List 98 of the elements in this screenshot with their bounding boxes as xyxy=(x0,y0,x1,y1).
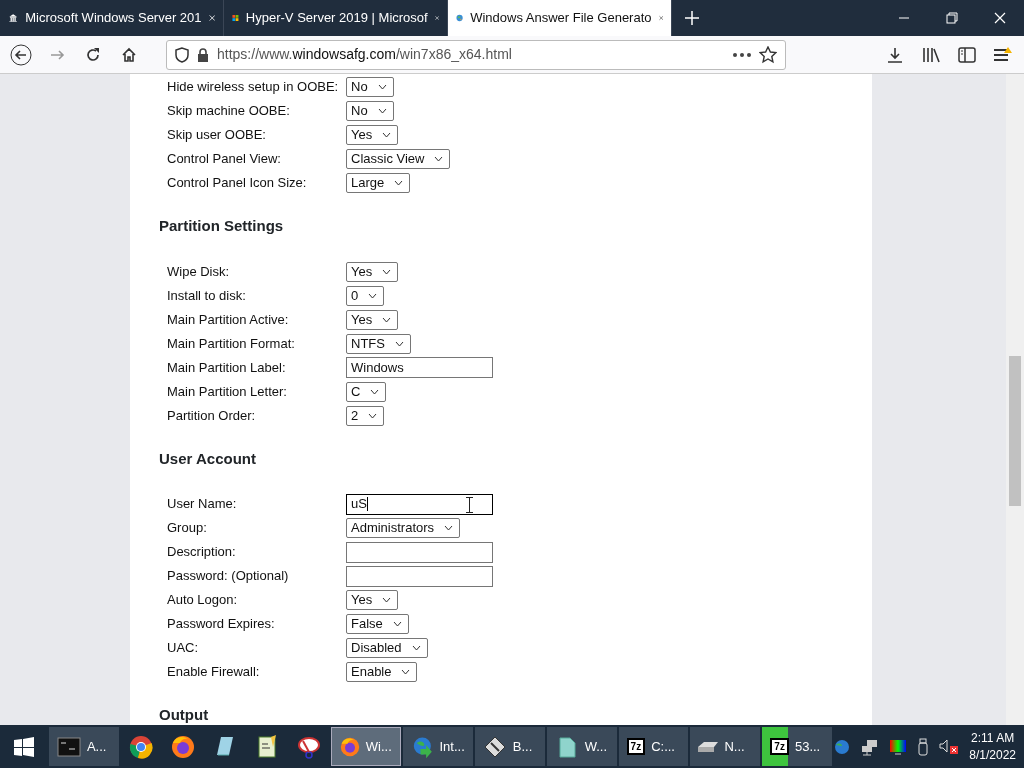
caret-icon xyxy=(368,292,378,299)
field-label: Main Partition Active: xyxy=(166,310,290,329)
caret-icon xyxy=(377,84,387,90)
new-tab-icon[interactable] xyxy=(685,11,699,25)
library-icon[interactable] xyxy=(922,46,940,63)
floppy-icon xyxy=(482,734,507,759)
select-field[interactable]: NTFS xyxy=(346,333,411,354)
drive-icon xyxy=(698,741,719,752)
select-field[interactable]: C xyxy=(346,381,387,402)
field-label: Partition Order: xyxy=(166,406,257,425)
field-label: Password Expires: xyxy=(166,615,276,634)
field-label: Hide wireless setup in OOBE: xyxy=(166,78,340,97)
input-field[interactable]: Windows xyxy=(346,357,493,378)
input-field[interactable] xyxy=(346,565,493,587)
caret-icon xyxy=(368,412,378,419)
field-label: Group: xyxy=(166,519,208,538)
reload-icon[interactable] xyxy=(85,46,101,63)
shield-icon xyxy=(175,46,189,63)
taskbar-button[interactable]: Wi... xyxy=(330,727,401,766)
input-field[interactable]: uS xyxy=(346,493,493,515)
field-label: Main Partition Format: xyxy=(166,334,296,353)
field-label: Skip user OOBE: xyxy=(166,126,267,145)
taskbar-button[interactable]: 7z 53... xyxy=(762,727,833,766)
caret-icon xyxy=(370,388,380,395)
caret-icon xyxy=(382,132,392,138)
download-icon[interactable] xyxy=(887,46,903,63)
select-field[interactable]: Large xyxy=(346,173,411,193)
select-field[interactable]: 0 xyxy=(346,285,385,306)
caret-icon xyxy=(382,268,392,275)
field-label: UAC: xyxy=(166,639,200,658)
field-label: Enable Firewall: xyxy=(166,663,261,682)
select-field[interactable]: Yes xyxy=(346,309,399,330)
field-label: Install to disk: xyxy=(166,286,247,305)
caret-icon xyxy=(394,180,404,186)
field-label: Control Panel Icon Size: xyxy=(166,174,308,193)
field-label: Main Partition Letter: xyxy=(166,382,288,401)
select-field[interactable]: False xyxy=(346,614,409,634)
menu-icon[interactable] xyxy=(993,45,1013,64)
taskbar-button[interactable]: B... xyxy=(474,727,545,766)
section-heading: Output xyxy=(159,705,210,725)
more-icon[interactable] xyxy=(733,52,751,57)
caret-icon xyxy=(434,156,444,162)
section-heading: Partition Settings xyxy=(159,216,285,236)
caret-icon xyxy=(392,621,402,627)
field-label: Skip machine OOBE: xyxy=(166,102,291,121)
field-label: User Name: xyxy=(166,495,238,514)
text-cursor-icon xyxy=(466,496,473,513)
back-icon[interactable] xyxy=(10,43,32,66)
caret-icon xyxy=(444,525,454,531)
chrome-icon xyxy=(128,734,153,759)
close-icon[interactable] xyxy=(994,12,1006,24)
home-icon[interactable] xyxy=(121,46,137,63)
lock-icon xyxy=(197,47,209,62)
star-icon[interactable] xyxy=(759,45,777,64)
caret-icon xyxy=(382,597,392,603)
taskbar-button[interactable]: A... xyxy=(48,727,119,766)
select-field[interactable]: No xyxy=(346,101,394,121)
windows-logo-icon[interactable] xyxy=(13,736,34,757)
network-icon[interactable] xyxy=(861,737,880,756)
usb-drive-icon[interactable] xyxy=(917,737,930,756)
field-label: Auto Logon: xyxy=(166,591,239,610)
taskbar-button[interactable]: Int... xyxy=(402,727,473,766)
select-field[interactable]: Administrators xyxy=(346,518,461,538)
caret-icon xyxy=(411,645,421,651)
field-label: Description: xyxy=(166,543,237,562)
caret-icon xyxy=(394,340,404,347)
clock[interactable]: 2:11 AM 8/1/2022 xyxy=(969,729,1016,764)
select-field[interactable]: Yes xyxy=(346,590,399,610)
select-field[interactable]: No xyxy=(346,77,394,97)
color-display-icon[interactable] xyxy=(889,738,908,755)
taskbar-button[interactable]: W... xyxy=(546,727,617,766)
restore-icon[interactable] xyxy=(946,12,958,24)
select-field[interactable]: 2 xyxy=(346,405,385,426)
select-field[interactable]: Yes xyxy=(346,125,399,145)
field-label: Password: (Optional) xyxy=(166,567,290,586)
select-field[interactable]: Enable xyxy=(346,662,418,682)
caret-icon xyxy=(401,669,411,675)
terminal-icon xyxy=(56,734,81,759)
field-label: Wipe Disk: xyxy=(166,262,231,281)
close-icon[interactable] xyxy=(208,13,215,23)
select-field[interactable]: Classic View xyxy=(346,149,451,169)
app-logo-icon: 7z xyxy=(626,738,646,755)
app-logo-icon: 7z xyxy=(770,738,789,755)
field-label: Control Panel View: xyxy=(166,150,282,169)
taskbar-button[interactable]: 7z C:... xyxy=(618,727,689,766)
taskbar-button[interactable]: N... xyxy=(690,727,761,766)
select-field[interactable]: Disabled xyxy=(346,638,428,658)
scissors-icon xyxy=(296,734,321,759)
field-label: Main Partition Label: xyxy=(166,358,287,377)
browser-tab[interactable]: Windows Answer File Generato xyxy=(448,0,672,36)
sidebar-icon[interactable] xyxy=(958,46,976,63)
muted-speaker-icon[interactable] xyxy=(939,738,960,755)
section-heading: User Account xyxy=(159,448,257,469)
input-field[interactable] xyxy=(346,541,493,563)
select-field[interactable]: Yes xyxy=(346,261,399,282)
caret-icon xyxy=(382,316,392,323)
caret-icon xyxy=(377,108,387,114)
firefox-icon xyxy=(170,734,195,759)
